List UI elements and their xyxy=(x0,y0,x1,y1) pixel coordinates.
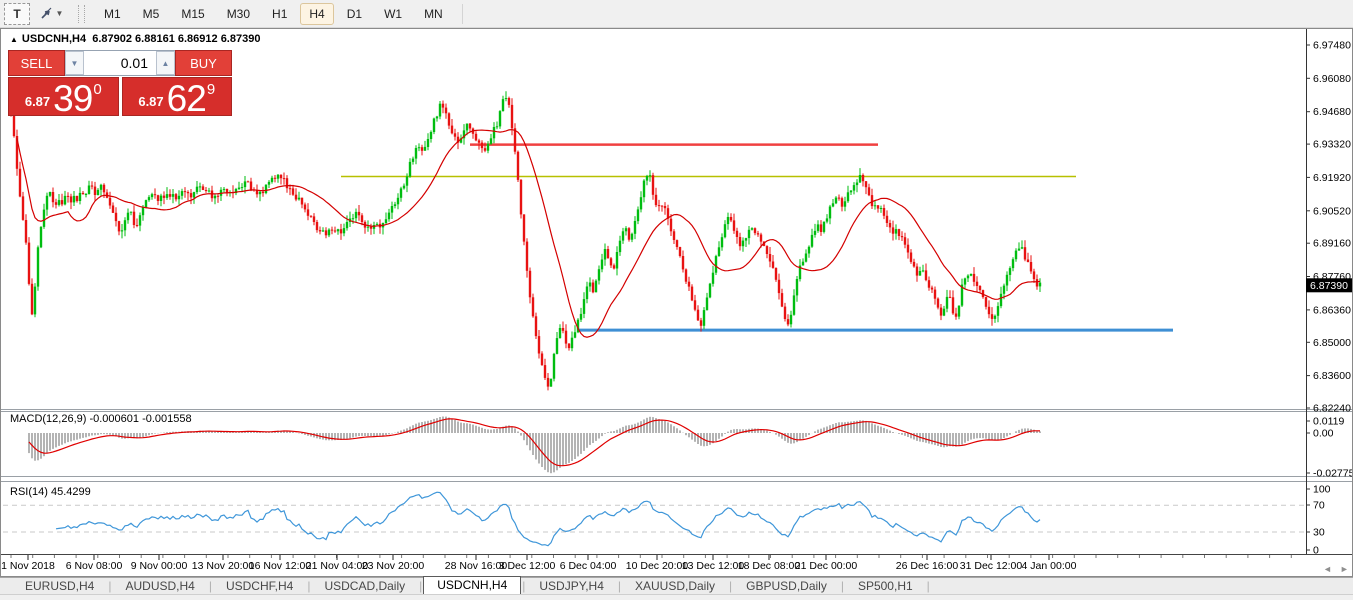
chart-tab-gbpusd[interactable]: GBPUSD,Daily xyxy=(733,578,840,594)
text-tool-glyph: T xyxy=(13,7,20,21)
buy-price-small: 6.87 xyxy=(138,94,163,109)
chart-tab-bar: EURUSD,H4|AUDUSD,H4|USDCHF,H4|USDCAD,Dai… xyxy=(0,577,1353,594)
svg-text:6.90520: 6.90520 xyxy=(1313,205,1351,217)
svg-text:0.00: 0.00 xyxy=(1313,428,1334,440)
svg-text:70: 70 xyxy=(1313,500,1325,512)
timeframe-button-h1[interactable]: H1 xyxy=(263,3,296,25)
svg-text:9 Nov 00:00: 9 Nov 00:00 xyxy=(131,560,188,572)
scroll-left-icon[interactable]: ◄ xyxy=(1323,564,1332,574)
svg-text:21 Dec 00:00: 21 Dec 00:00 xyxy=(795,560,858,572)
arrows-tool-icon[interactable]: ▼ xyxy=(34,4,68,24)
svg-text:16 Nov 12:00: 16 Nov 12:00 xyxy=(249,560,312,572)
buy-price-big: 62 xyxy=(167,83,206,114)
svg-text:13 Nov 20:00: 13 Nov 20:00 xyxy=(192,560,255,572)
svg-text:26 Dec 16:00: 26 Dec 16:00 xyxy=(896,560,959,572)
volume-increase-button[interactable]: ▲ xyxy=(156,51,175,75)
svg-text:6.85000: 6.85000 xyxy=(1313,337,1351,349)
buy-price-sup: 9 xyxy=(207,81,215,98)
svg-text:1 Nov 2018: 1 Nov 2018 xyxy=(1,560,55,572)
svg-text:-0.027754: -0.027754 xyxy=(1313,468,1352,480)
svg-text:10 Dec 20:00: 10 Dec 20:00 xyxy=(626,560,689,572)
arrows-glyph xyxy=(39,6,54,21)
rsi-line xyxy=(56,492,1040,546)
chart-tab-audusd[interactable]: AUDUSD,H4 xyxy=(112,578,207,594)
chart-tab-usdchf[interactable]: USDCHF,H4 xyxy=(213,578,306,594)
svg-text:18 Dec 08:00: 18 Dec 08:00 xyxy=(738,560,801,572)
chart-tab-eurusd[interactable]: EURUSD,H4 xyxy=(12,578,107,594)
svg-text:6.89160: 6.89160 xyxy=(1313,238,1351,250)
chart-title-ohlc: 6.87902 6.88161 6.86912 6.87390 xyxy=(92,33,260,45)
svg-text:6.94680: 6.94680 xyxy=(1313,106,1351,118)
sell-price-sup: 0 xyxy=(93,81,101,98)
chart-window: 6.97480 6.96080 6.94680 6.93320 6.91920 6.905… xyxy=(0,28,1353,577)
dropdown-caret-icon: ▼ xyxy=(56,9,64,18)
svg-text:100: 100 xyxy=(1313,484,1331,496)
toolbar-grip xyxy=(78,5,85,23)
trend-lines-layer[interactable] xyxy=(341,145,1173,331)
horizontal-scrollbar: ◄ ► xyxy=(1323,564,1349,574)
chart-title-arrow-icon: ▲ xyxy=(10,35,18,44)
chart-title: ▲ USDCNH,H4 6.87902 6.88161 6.86912 6.873… xyxy=(10,33,260,45)
svg-text:31 Dec 12:00: 31 Dec 12:00 xyxy=(960,560,1023,572)
sell-price-big: 39 xyxy=(53,83,92,114)
svg-text:6 Nov 08:00: 6 Nov 08:00 xyxy=(66,560,123,572)
buy-button[interactable]: BUY xyxy=(175,50,232,76)
sell-price-box[interactable]: 6.87390 xyxy=(8,77,119,116)
moving-average-line xyxy=(17,130,1040,338)
svg-text:6.97480: 6.97480 xyxy=(1313,40,1351,52)
text-tool-icon[interactable]: T xyxy=(4,3,30,25)
svg-text:6.96080: 6.96080 xyxy=(1313,73,1351,85)
svg-text:3 Dec 12:00: 3 Dec 12:00 xyxy=(499,560,556,572)
chart-tab-usdjpy[interactable]: USDJPY,H4 xyxy=(526,578,616,594)
sell-button[interactable]: SELL xyxy=(8,50,65,76)
svg-text:6 Dec 04:00: 6 Dec 04:00 xyxy=(560,560,617,572)
timeframe-button-m30[interactable]: M30 xyxy=(218,3,259,25)
chart-tab-usdcad[interactable]: USDCAD,Daily xyxy=(311,578,418,594)
svg-text:6.93320: 6.93320 xyxy=(1313,139,1351,151)
volume-decrease-button[interactable]: ▼ xyxy=(65,51,84,75)
volume-spinner: ▼ ▲ xyxy=(65,50,175,76)
volume-input[interactable] xyxy=(84,51,156,75)
svg-text:6.86360: 6.86360 xyxy=(1313,304,1351,316)
macd-indicator-label: MACD(12,26,9) -0.000601 -0.001558 xyxy=(10,413,192,425)
timeframe-button-w1[interactable]: W1 xyxy=(375,3,411,25)
status-bar xyxy=(0,594,1353,600)
svg-text:6.91920: 6.91920 xyxy=(1313,172,1351,184)
scroll-right-icon[interactable]: ► xyxy=(1340,564,1349,574)
macd-pane xyxy=(29,417,1040,474)
rsi-pane xyxy=(3,492,1305,546)
macd-signal-line xyxy=(29,419,1040,466)
chart-title-symbol: USDCNH,H4 xyxy=(22,33,86,45)
sell-price-small: 6.87 xyxy=(25,94,50,109)
chart-tab-usdcnh[interactable]: USDCNH,H4 xyxy=(423,576,521,595)
buy-price-box[interactable]: 6.87 629 xyxy=(122,77,233,116)
svg-text:6.87390: 6.87390 xyxy=(1310,280,1348,292)
timeframe-button-m15[interactable]: M15 xyxy=(172,3,213,25)
price-axis[interactable]: 6.97480 6.96080 6.94680 6.93320 6.91920 6.905… xyxy=(1306,40,1352,557)
time-axis[interactable]: 1 Nov 2018 6 Nov 08:00 9 Nov 00:00 13 Nov 2… xyxy=(1,555,1291,572)
svg-text:6.82240: 6.82240 xyxy=(1313,403,1351,415)
svg-text:4 Jan 00:00: 4 Jan 00:00 xyxy=(1022,560,1077,572)
timeframe-button-m5[interactable]: M5 xyxy=(134,3,169,25)
timeframe-toolbar: M1M5M15M30H1H4D1W1MN xyxy=(93,3,454,25)
svg-text:0: 0 xyxy=(1313,545,1319,557)
tab-separator: | xyxy=(926,579,931,593)
svg-text:13 Dec 12:00: 13 Dec 12:00 xyxy=(682,560,745,572)
svg-text:23 Nov 20:00: 23 Nov 20:00 xyxy=(362,560,425,572)
rsi-indicator-label: RSI(14) 45.4299 xyxy=(10,486,91,498)
timeframe-button-h4[interactable]: H4 xyxy=(300,3,333,25)
timeframe-button-d1[interactable]: D1 xyxy=(338,3,371,25)
svg-text:30: 30 xyxy=(1313,527,1325,539)
timeframe-button-mn[interactable]: MN xyxy=(415,3,452,25)
chart-tab-sp500[interactable]: SP500,H1 xyxy=(845,578,926,594)
candles-layer xyxy=(10,91,1041,390)
one-click-trade-panel: SELL ▼ ▲ BUY 6.87390 6.87629 xyxy=(8,50,232,116)
svg-text:21 Nov 04:00: 21 Nov 04:00 xyxy=(306,560,369,572)
chart-tab-xauusd[interactable]: XAUUSD,Daily xyxy=(622,578,728,594)
top-toolbar: T ▼ M1M5M15M30H1H4D1W1MN xyxy=(0,0,1353,28)
toolbar-separator xyxy=(462,4,463,24)
svg-text:0.0119: 0.0119 xyxy=(1313,416,1344,428)
timeframe-button-m1[interactable]: M1 xyxy=(95,3,130,25)
svg-text:6.83600: 6.83600 xyxy=(1313,370,1351,382)
